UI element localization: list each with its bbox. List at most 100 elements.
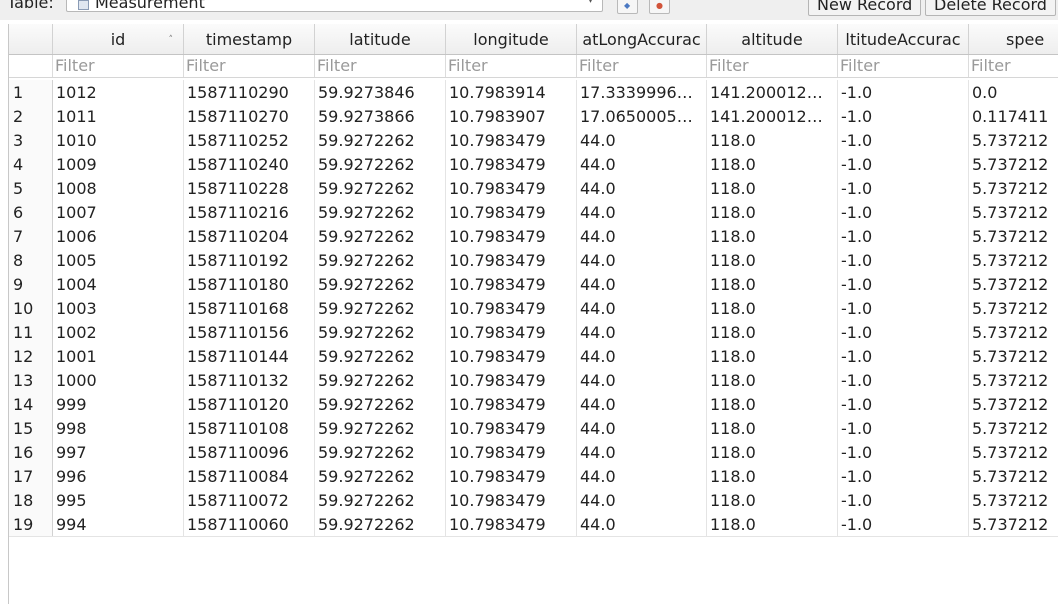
cell-longitude[interactable]: 10.7983907 xyxy=(446,104,577,128)
cell-altitude[interactable]: 118.0 xyxy=(707,296,838,320)
row-number[interactable]: 9 xyxy=(9,272,53,296)
cell-altitudeaccuracy[interactable]: -1.0 xyxy=(838,320,969,344)
cell-longitude[interactable]: 10.7983479 xyxy=(446,416,577,440)
cell-id[interactable]: 1002 xyxy=(53,320,184,344)
cell-latitude[interactable]: 59.9272262 xyxy=(315,152,446,176)
cell-altitude[interactable]: 118.0 xyxy=(707,344,838,368)
cell-timestamp[interactable]: 1587110270 xyxy=(184,104,315,128)
table-row[interactable]: 5 1008 1587110228 59.9272262 10.7983479 44.0 1… xyxy=(9,176,1058,201)
cell-id[interactable]: 1007 xyxy=(53,200,184,224)
cell-id[interactable]: 1012 xyxy=(53,80,184,104)
row-number[interactable]: 19 xyxy=(9,512,53,536)
row-number[interactable]: 4 xyxy=(9,152,53,176)
row-number[interactable]: 5 xyxy=(9,176,53,200)
cell-longitude[interactable]: 10.7983479 xyxy=(446,320,577,344)
cell-altitudeaccuracy[interactable]: -1.0 xyxy=(838,152,969,176)
cell-speed[interactable]: 5.737212 xyxy=(969,392,1058,416)
refresh-button[interactable]: ◆ xyxy=(617,0,638,14)
row-number[interactable]: 8 xyxy=(9,248,53,272)
cell-speed[interactable]: 0.117411 xyxy=(969,104,1058,128)
row-number[interactable]: 12 xyxy=(9,344,53,368)
cell-latitude[interactable]: 59.9272262 xyxy=(315,200,446,224)
row-number[interactable]: 13 xyxy=(9,368,53,392)
cell-altitude[interactable]: 118.0 xyxy=(707,512,838,536)
cell-longitude[interactable]: 10.7983479 xyxy=(446,392,577,416)
cell-altitude[interactable]: 118.0 xyxy=(707,440,838,464)
filter-input[interactable]: Filter xyxy=(838,55,969,77)
cell-id[interactable]: 1009 xyxy=(53,152,184,176)
new-record-button[interactable]: New Record xyxy=(808,0,922,16)
cell-longitude[interactable]: 10.7983479 xyxy=(446,224,577,248)
cell-id[interactable]: 1006 xyxy=(53,224,184,248)
row-number[interactable]: 1 xyxy=(9,80,53,104)
table-row[interactable]: 4 1009 1587110240 59.9272262 10.7983479 44.0 1… xyxy=(9,152,1058,177)
cell-longitude[interactable]: 10.7983479 xyxy=(446,200,577,224)
cell-timestamp[interactable]: 1587110108 xyxy=(184,416,315,440)
cell-longitude[interactable]: 10.7983479 xyxy=(446,176,577,200)
cell-speed[interactable]: 5.737212 xyxy=(969,200,1058,224)
table-row[interactable]: 8 1005 1587110192 59.9272262 10.7983479 44.0 1… xyxy=(9,248,1058,273)
cell-altitudeaccuracy[interactable]: -1.0 xyxy=(838,512,969,536)
cell-longitude[interactable]: 10.7983479 xyxy=(446,344,577,368)
cell-id[interactable]: 1008 xyxy=(53,176,184,200)
cell-longitude[interactable]: 10.7983479 xyxy=(446,440,577,464)
cell-latitude[interactable]: 59.9272262 xyxy=(315,320,446,344)
cell-latlongaccuracy[interactable]: 44.0 xyxy=(577,464,707,488)
table-row[interactable]: 15 998 1587110108 59.9272262 10.7983479 44.0 1… xyxy=(9,416,1058,441)
cell-latitude[interactable]: 59.9272262 xyxy=(315,272,446,296)
cell-altitude[interactable]: 118.0 xyxy=(707,152,838,176)
cell-latitude[interactable]: 59.9272262 xyxy=(315,392,446,416)
cell-timestamp[interactable]: 1587110072 xyxy=(184,488,315,512)
table-row[interactable]: 19 994 1587110060 59.9272262 10.7983479 44.0 1… xyxy=(9,512,1058,537)
cell-timestamp[interactable]: 1587110204 xyxy=(184,224,315,248)
cell-latitude[interactable]: 59.9272262 xyxy=(315,248,446,272)
cell-altitude[interactable]: 118.0 xyxy=(707,416,838,440)
cell-altitudeaccuracy[interactable]: -1.0 xyxy=(838,368,969,392)
cell-altitude[interactable]: 118.0 xyxy=(707,488,838,512)
column-header-id[interactable]: id ˄ xyxy=(53,24,184,54)
cell-altitudeaccuracy[interactable]: -1.0 xyxy=(838,176,969,200)
table-row[interactable]: 7 1006 1587110204 59.9272262 10.7983479 44.0 1… xyxy=(9,224,1058,249)
clear-filters-button[interactable]: ● xyxy=(649,0,670,14)
table-row[interactable]: 6 1007 1587110216 59.9272262 10.7983479 44.0 1… xyxy=(9,200,1058,225)
filter-input[interactable]: Filter xyxy=(53,55,184,77)
cell-longitude[interactable]: 10.7983479 xyxy=(446,488,577,512)
cell-latlongaccuracy[interactable]: 44.0 xyxy=(577,272,707,296)
cell-latlongaccuracy[interactable]: 44.0 xyxy=(577,416,707,440)
cell-latlongaccuracy[interactable]: 44.0 xyxy=(577,488,707,512)
cell-latitude[interactable]: 59.9272262 xyxy=(315,416,446,440)
cell-longitude[interactable]: 10.7983479 xyxy=(446,128,577,152)
cell-latlongaccuracy[interactable]: 44.0 xyxy=(577,224,707,248)
cell-speed[interactable]: 5.737212 xyxy=(969,296,1058,320)
filter-input[interactable]: Filter xyxy=(577,55,707,77)
cell-longitude[interactable]: 10.7983479 xyxy=(446,368,577,392)
cell-altitude[interactable]: 118.0 xyxy=(707,200,838,224)
cell-longitude[interactable]: 10.7983479 xyxy=(446,272,577,296)
cell-altitudeaccuracy[interactable]: -1.0 xyxy=(838,200,969,224)
table-row[interactable]: 16 997 1587110096 59.9272262 10.7983479 44.0 1… xyxy=(9,440,1058,465)
table-row[interactable]: 18 995 1587110072 59.9272262 10.7983479 44.0 1… xyxy=(9,488,1058,513)
cell-latitude[interactable]: 59.9272262 xyxy=(315,128,446,152)
cell-altitude[interactable]: 118.0 xyxy=(707,176,838,200)
cell-latitude[interactable]: 59.9272262 xyxy=(315,176,446,200)
cell-id[interactable]: 998 xyxy=(53,416,184,440)
cell-latitude[interactable]: 59.9272262 xyxy=(315,296,446,320)
row-number[interactable]: 16 xyxy=(9,440,53,464)
table-row[interactable]: 17 996 1587110084 59.9272262 10.7983479 44.0 1… xyxy=(9,464,1058,489)
cell-altitudeaccuracy[interactable]: -1.0 xyxy=(838,392,969,416)
cell-altitudeaccuracy[interactable]: -1.0 xyxy=(838,224,969,248)
cell-id[interactable]: 997 xyxy=(53,440,184,464)
cell-id[interactable]: 1001 xyxy=(53,344,184,368)
cell-altitude[interactable]: 118.0 xyxy=(707,392,838,416)
cell-id[interactable]: 1003 xyxy=(53,296,184,320)
row-number[interactable]: 2 xyxy=(9,104,53,128)
cell-latitude[interactable]: 59.9272262 xyxy=(315,224,446,248)
column-header-speed[interactable]: spee xyxy=(969,24,1058,54)
cell-altitude[interactable]: 118.0 xyxy=(707,224,838,248)
cell-latitude[interactable]: 59.9273866 xyxy=(315,104,446,128)
cell-latlongaccuracy[interactable]: 44.0 xyxy=(577,320,707,344)
cell-longitude[interactable]: 10.7983479 xyxy=(446,296,577,320)
cell-longitude[interactable]: 10.7983479 xyxy=(446,464,577,488)
cell-id[interactable]: 996 xyxy=(53,464,184,488)
cell-timestamp[interactable]: 1587110192 xyxy=(184,248,315,272)
